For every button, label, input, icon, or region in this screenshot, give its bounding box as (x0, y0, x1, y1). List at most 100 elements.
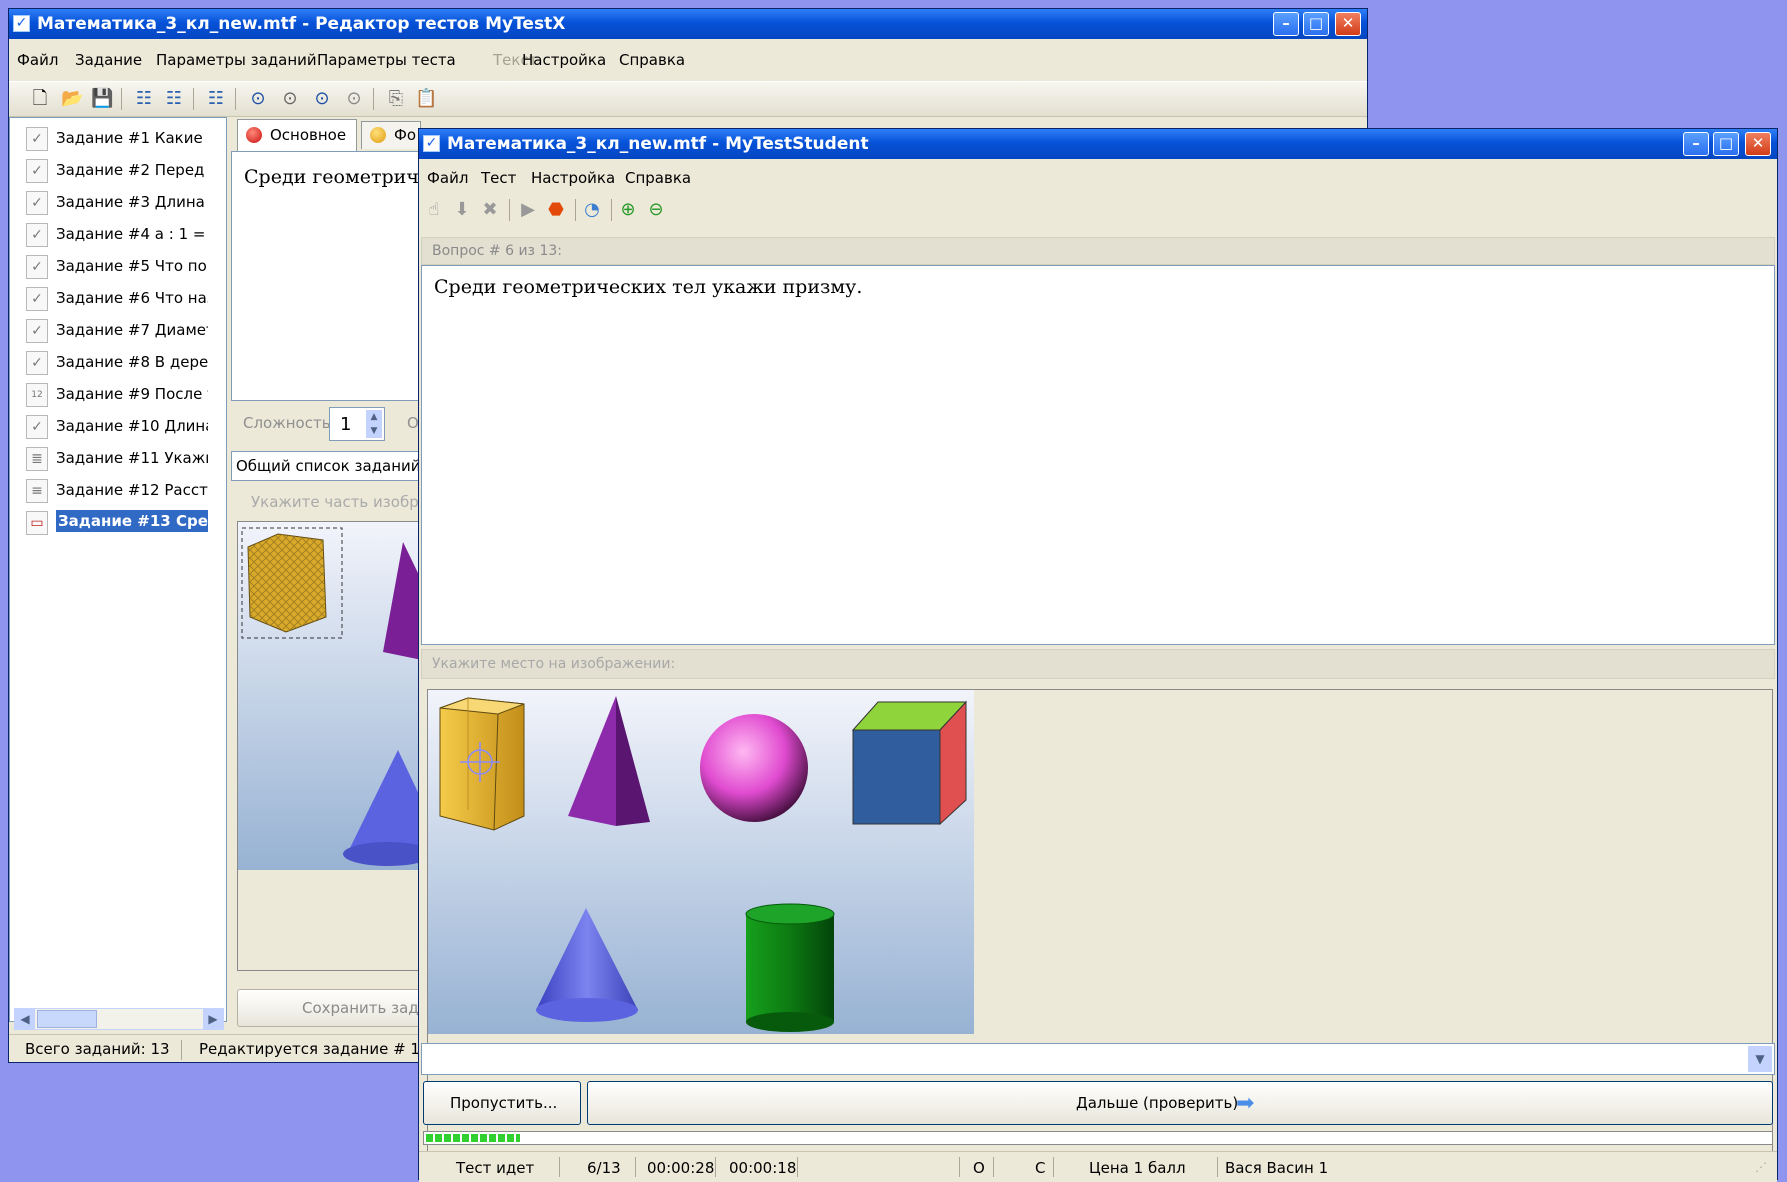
tree-item[interactable]: ✓ Задание #5 Что показы (18, 252, 208, 282)
status-separator (959, 1157, 960, 1177)
shapes-image[interactable] (428, 690, 974, 1034)
scroll-right-icon[interactable]: ▶ (203, 1009, 223, 1029)
tree-item[interactable]: ✓ Задание #3 Длина прямо (18, 188, 208, 218)
editor-menubar: Файл Задание Параметры заданий Параметры… (9, 47, 1367, 73)
resize-grip-icon[interactable]: ⋰ (1755, 1160, 1767, 1174)
task-check-icon: ✓ (26, 415, 48, 439)
maximize-icon[interactable]: □ (1303, 12, 1329, 36)
image-prompt: Укажите место на изображении: (432, 656, 676, 672)
scroll-thumb[interactable] (37, 1010, 97, 1028)
prism-shape[interactable] (439, 697, 525, 831)
tree-item[interactable]: ≣ Задание #11 Укажи для (18, 444, 208, 474)
add-task-icon[interactable]: ☷ (133, 88, 155, 110)
menu-settings[interactable]: Настройка (522, 51, 606, 69)
tab-main[interactable]: Основное (237, 119, 357, 151)
tree-item[interactable]: ✓ Задание #6 Что называе (18, 284, 208, 314)
tree-item[interactable]: ✓ Задание #1 Какие дейст (18, 124, 208, 154)
tree-item[interactable]: ▭ Задание #13 Среди г (18, 508, 208, 538)
tree-item[interactable]: ✓ Задание #7 Диаметр окр (18, 316, 208, 346)
app-check-icon: ✓ (13, 15, 30, 32)
tree-item-label: Задание #10 Длина прям (56, 417, 208, 435)
task-check-icon: ✓ (26, 223, 48, 247)
save-icon[interactable]: 💾 (91, 88, 113, 110)
cylinder-shape[interactable] (745, 903, 835, 1032)
cube-shape[interactable] (851, 700, 968, 826)
tree-hscrollbar[interactable]: ◀ ▶ (14, 1008, 224, 1030)
close-icon[interactable]: ✕ (1335, 12, 1361, 36)
spinner-arrows-icon[interactable]: ▲ ▼ (366, 410, 382, 438)
task-props-icon[interactable]: ☷ (205, 88, 227, 110)
move-up-icon[interactable]: ⊙ (247, 88, 269, 110)
answer-combobox[interactable]: ▼ (421, 1043, 1775, 1075)
tree-item-label: Задание #12 Расставь д (56, 481, 208, 499)
progress-fill (426, 1134, 520, 1142)
save-task-button[interactable]: Сохранить зада (237, 989, 431, 1027)
task-tree[interactable]: ✓ Задание #1 Какие дейст ✓ Задание #2 Перед… (9, 117, 227, 1030)
question-editor[interactable]: Среди геометриче (231, 151, 431, 401)
minimize-icon[interactable]: – (1273, 12, 1299, 36)
move-top-icon[interactable]: ⊙ (311, 88, 333, 110)
tree-item[interactable]: ✓ Задание #2 Перед домо (18, 156, 208, 186)
task-check-icon: ✓ (26, 191, 48, 215)
task-check-icon: ✓ (26, 319, 48, 343)
tree-item[interactable]: ✓ Задание #10 Длина прям (18, 412, 208, 442)
open-folder-icon[interactable]: 📂 (61, 88, 83, 110)
status-time-question: 00:00:18 (729, 1159, 797, 1177)
zoom-in-icon[interactable]: ⊕ (617, 199, 639, 221)
status-o: О (973, 1159, 985, 1177)
cancel-icon[interactable]: ✖ (479, 199, 501, 221)
sphere-shape[interactable] (700, 714, 808, 822)
tree-item[interactable]: ✓ Задание #8 В деревне 7 (18, 348, 208, 378)
status-editing: Редактируется задание # 13 (199, 1040, 430, 1058)
menu-help[interactable]: Справка (625, 169, 691, 187)
scroll-left-icon[interactable]: ◀ (15, 1009, 35, 1029)
bookmark-icon[interactable]: ◔ (581, 199, 603, 221)
play-icon[interactable]: ▶ (517, 199, 539, 221)
stop-icon[interactable]: ⬣ (545, 199, 567, 221)
student-toolbar: ☝ ⬇ ✖ ▶ ⬣ ◔ ⊕ ⊖ (419, 193, 1777, 227)
close-icon[interactable]: ✕ (1745, 132, 1771, 156)
new-file-icon[interactable]: 🗋 (29, 88, 51, 110)
arrow-down-icon[interactable]: ⬇ (451, 199, 473, 221)
menu-file[interactable]: Файл (17, 51, 58, 69)
status-c: С (1035, 1159, 1046, 1177)
menu-task[interactable]: Задание (75, 51, 142, 69)
menu-settings[interactable]: Настройка (531, 169, 615, 187)
skip-button[interactable]: Пропустить... (423, 1081, 581, 1125)
task-image-icon: ▭ (26, 511, 48, 535)
menu-test-params[interactable]: Параметры теста (317, 51, 456, 69)
copy-icon[interactable]: ⎘ (385, 88, 407, 110)
task-check-icon: ✓ (26, 351, 48, 375)
move-bottom-icon[interactable]: ⊙ (343, 88, 365, 110)
paste-icon[interactable]: 📋 (415, 88, 437, 110)
tree-item-label: Задание #7 Диаметр окр (56, 321, 208, 339)
menu-file[interactable]: Файл (427, 169, 468, 187)
question-header: Вопрос # 6 из 13: (432, 243, 562, 259)
tree-item[interactable]: ✓ Задание #4 а : 1 = ? (18, 220, 208, 250)
move-down-icon[interactable]: ⊙ (279, 88, 301, 110)
status-state: Тест идет (456, 1159, 535, 1177)
hint-icon[interactable]: ☝ (423, 199, 445, 221)
editor-titlebar[interactable]: ✓ Математика_3_кл_new.mtf - Редактор тес… (9, 9, 1367, 39)
editor-image-area[interactable] (237, 521, 431, 971)
menu-test[interactable]: Тест (481, 169, 516, 187)
status-separator (993, 1157, 994, 1177)
toolbar-separator (121, 88, 122, 110)
zoom-out-icon[interactable]: ⊖ (645, 199, 667, 221)
task-check-icon: ✓ (26, 287, 48, 311)
task-list-select[interactable]: Общий список заданий (бе (231, 451, 431, 481)
difficulty-label: Сложность: (243, 414, 336, 432)
maximize-icon[interactable]: □ (1713, 132, 1739, 156)
minimize-icon[interactable]: – (1683, 132, 1709, 156)
menu-help[interactable]: Справка (619, 51, 685, 69)
tab-second[interactable]: Фо (361, 121, 421, 149)
tree-item[interactable]: ≡ Задание #12 Расставь д (18, 476, 208, 506)
delete-task-icon[interactable]: ☷ (163, 88, 185, 110)
status-user: Вася Васин 1 (1225, 1159, 1329, 1177)
next-button[interactable]: Дальше (проверить) ➡ (587, 1081, 1773, 1125)
dropdown-arrow-icon[interactable]: ▼ (1748, 1046, 1772, 1072)
tree-item[interactable]: 12 Задание #9 После того к (18, 380, 208, 410)
student-titlebar[interactable]: ✓ Математика_3_кл_new.mtf - MyTestStuden… (419, 129, 1777, 159)
difficulty-spinner[interactable]: 1 ▲ ▼ (329, 407, 385, 441)
menu-task-params[interactable]: Параметры заданий (156, 51, 317, 69)
